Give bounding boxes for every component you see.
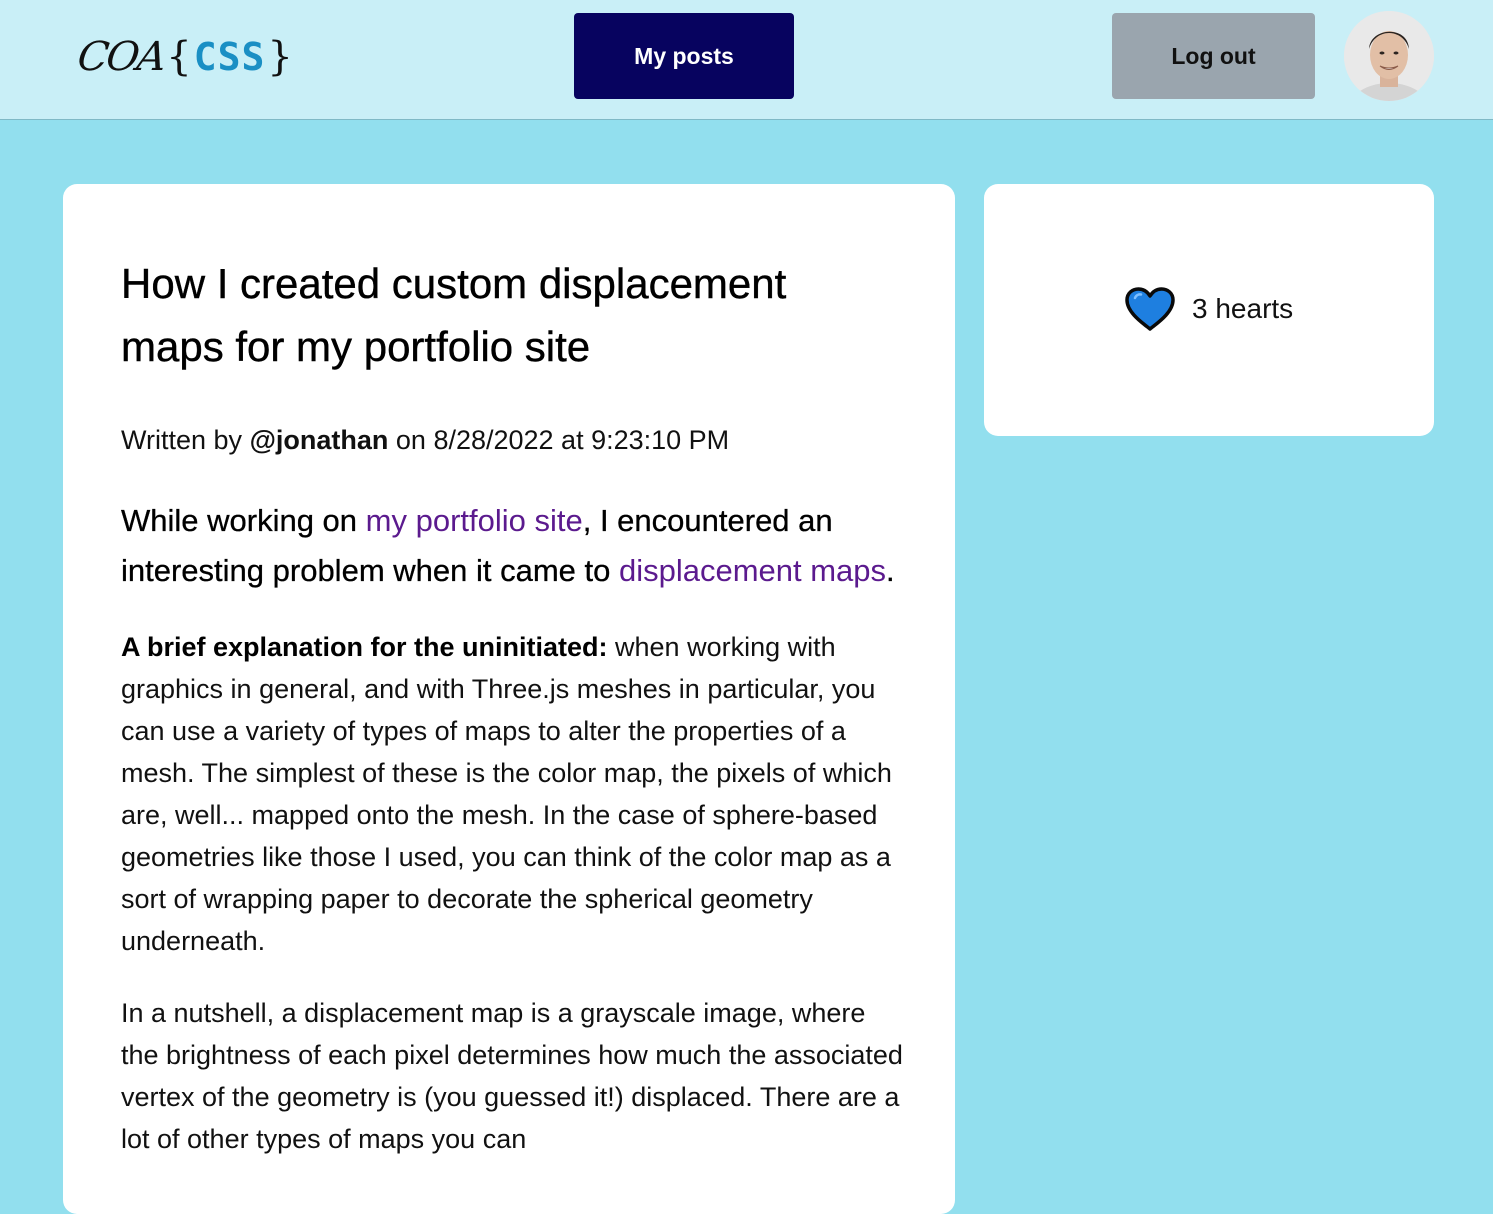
top-bar: COA { CSS } My posts Log out <box>0 0 1493 120</box>
logo-open-brace: { <box>166 34 192 80</box>
post-title: How I created custom displacement maps f… <box>121 260 787 370</box>
post-byline: Written by @jonathan on 8/28/2022 at 9:2… <box>121 422 911 458</box>
hearts-count-label: 3 hearts <box>1192 293 1294 324</box>
paragraph-lead-in: A brief explanation for the uninitiated: <box>121 632 608 662</box>
byline-prefix: Written by <box>121 425 243 455</box>
portfolio-site-link[interactable]: my portfolio site <box>366 503 583 538</box>
user-avatar-icon <box>1344 11 1434 101</box>
post-date: on 8/28/2022 at 9:23:10 PM <box>395 425 730 455</box>
site-logo[interactable]: COA { CSS } <box>74 32 295 82</box>
post-lede: While working on my portfolio site, I en… <box>121 496 906 596</box>
avatar[interactable] <box>1344 11 1434 101</box>
logo-text: COA <box>74 34 168 80</box>
logo-accent-text: CSS <box>193 35 266 79</box>
post-paragraph: A brief explanation for the uninitiated:… <box>121 626 906 962</box>
paragraph-text: when working with graphics in general, a… <box>121 632 892 956</box>
displacement-maps-link[interactable]: displacement maps <box>619 553 886 588</box>
heart-icon <box>1125 287 1175 331</box>
lede-text: . <box>886 553 895 588</box>
post-paragraph: In a nutshell, a displacement map is a g… <box>121 998 903 1154</box>
post-card: How I created custom displacement maps f… <box>63 184 955 1214</box>
author-handle[interactable]: @jonathan <box>250 425 389 455</box>
my-posts-button[interactable]: My posts <box>574 13 794 99</box>
logo-close-brace: } <box>267 34 293 80</box>
heart-button[interactable]: 3 hearts <box>1124 286 1293 332</box>
logout-button[interactable]: Log out <box>1112 13 1315 99</box>
post-content: How I created custom displacement maps f… <box>121 252 911 1160</box>
lede-text: While working on <box>121 503 366 538</box>
hearts-card: 3 hearts <box>984 184 1434 436</box>
